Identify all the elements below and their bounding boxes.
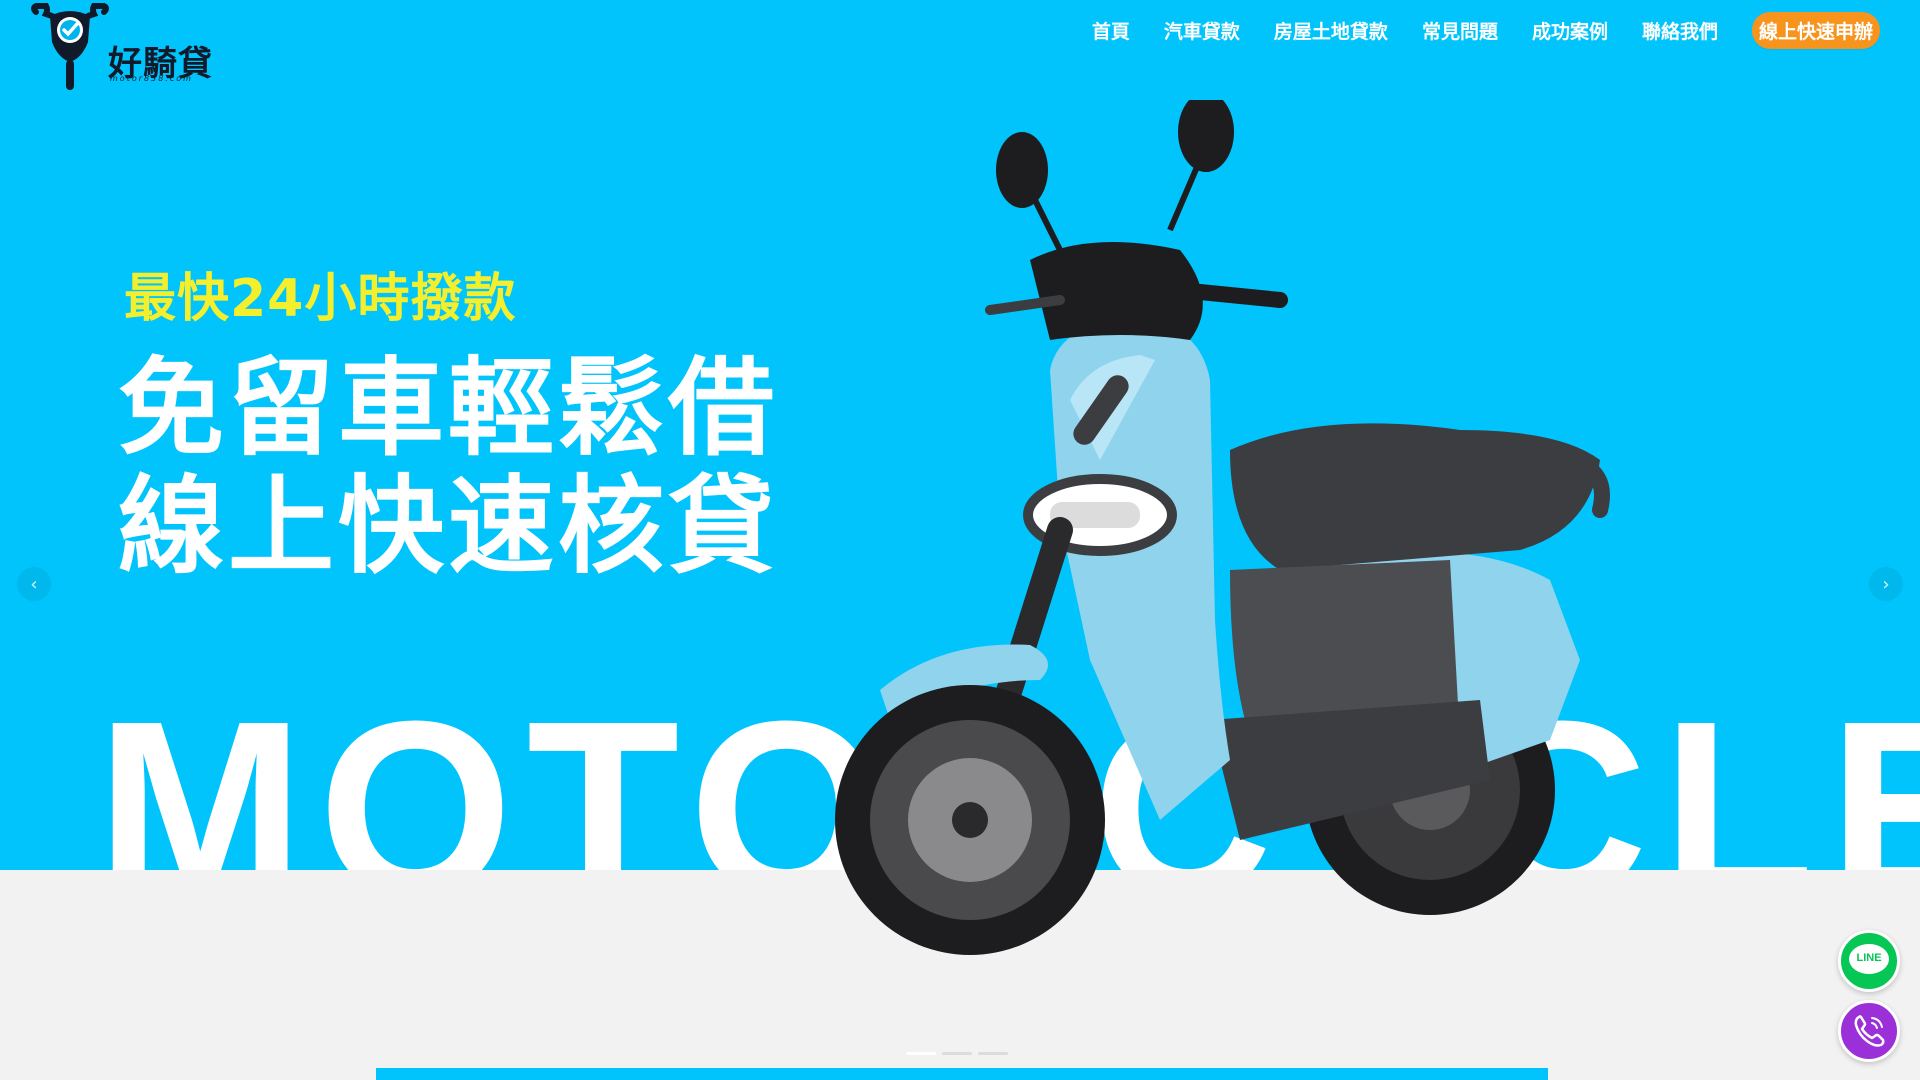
nav-item-success-cases[interactable]: 成功案例 (1532, 17, 1608, 44)
carousel-prev-button[interactable]: ‹ (17, 567, 51, 601)
nav-item-contact[interactable]: 聯絡我們 (1642, 17, 1718, 44)
main-nav: 首頁 汽車貸款 房屋土地貸款 常見問題 成功案例 聯絡我們 線上快速申辦 (1058, 11, 1880, 49)
carousel-dot-1[interactable] (906, 1052, 936, 1055)
logo-subtext: motor838.com (110, 74, 193, 83)
carousel-dots (906, 1052, 1008, 1055)
line-chat-button[interactable]: LINE (1838, 930, 1900, 992)
carousel-next-button[interactable]: › (1869, 567, 1903, 601)
carousel-dot-3[interactable] (978, 1052, 1008, 1055)
phone-call-icon (1854, 1015, 1885, 1047)
nav-item-house-land-loan[interactable]: 房屋土地貸款 (1274, 17, 1388, 44)
hero-subheading: 最快24小時撥款 (124, 269, 517, 329)
hero-headline-line-1: 免留車輕鬆借 (118, 347, 778, 470)
front-wheel (835, 685, 1105, 955)
scooter-helmet-check-logo-icon (31, 3, 109, 90)
scooter-image (835, 100, 1610, 955)
site-logo[interactable]: 好騎貸 motor838.com (30, 2, 215, 94)
hero-headline: 免留車輕鬆借 線上快速核貸 (118, 350, 778, 586)
section-accent-bar (376, 1068, 1548, 1080)
nav-item-home[interactable]: 首頁 (1092, 17, 1130, 44)
phone-call-button[interactable] (1838, 1000, 1900, 1062)
carousel-dot-2[interactable] (942, 1052, 972, 1055)
line-chat-icon: LINE (1849, 944, 1889, 974)
nav-item-car-loan[interactable]: 汽車貸款 (1164, 17, 1240, 44)
nav-item-faq[interactable]: 常見問題 (1422, 17, 1498, 44)
line-chat-label: LINE (1856, 952, 1882, 964)
hero-headline-line-2: 線上快速核貸 (118, 465, 778, 588)
apply-online-button[interactable]: 線上快速申辦 (1751, 11, 1880, 49)
